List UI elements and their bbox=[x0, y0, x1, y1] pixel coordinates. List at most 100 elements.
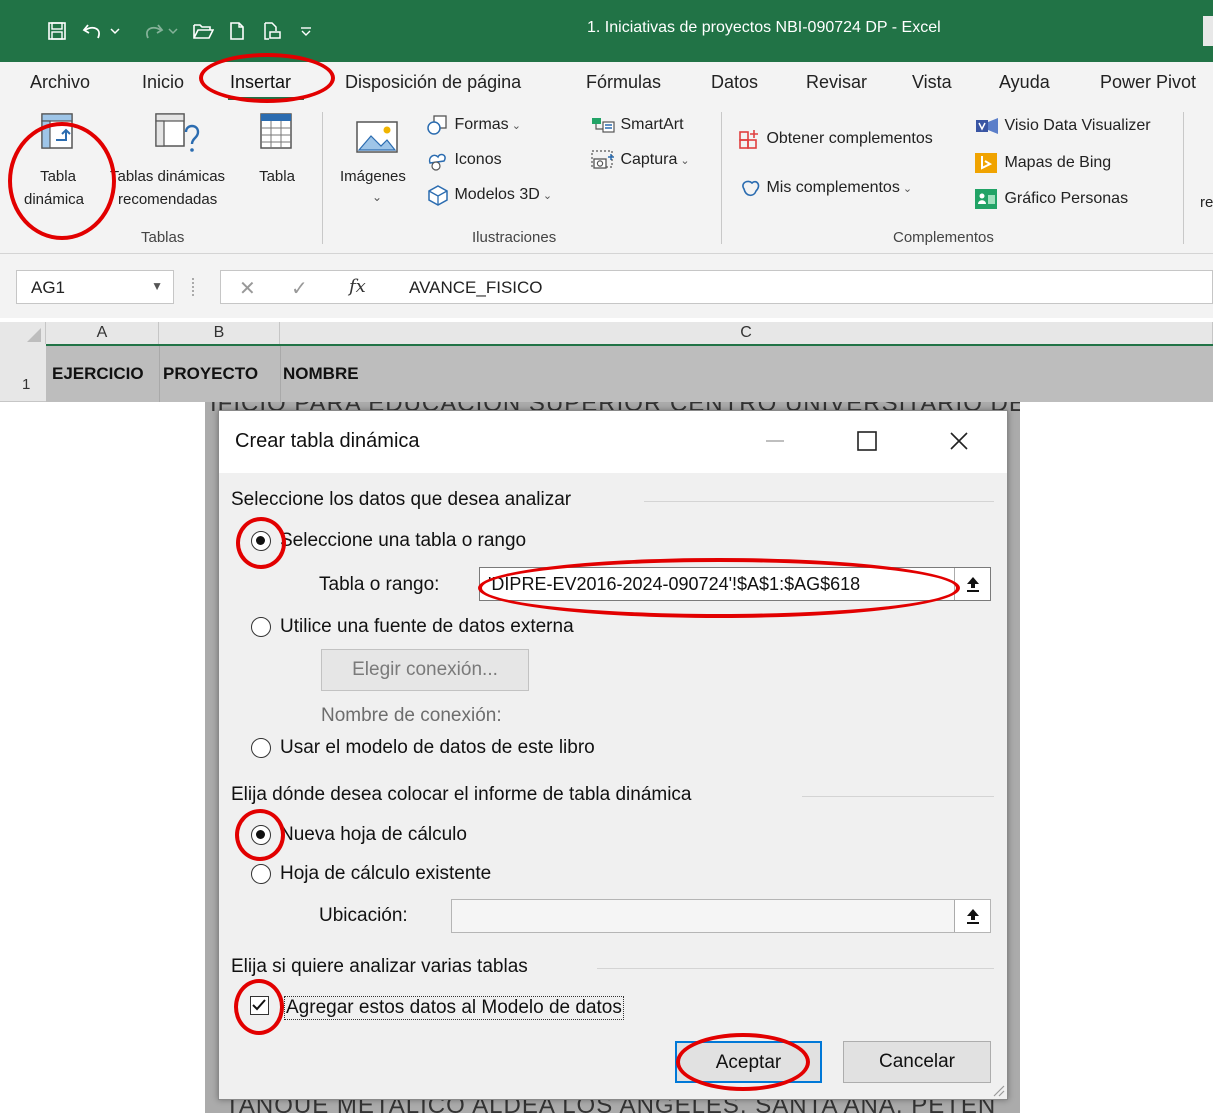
upload-arrow-icon bbox=[966, 909, 979, 924]
tab-archivo[interactable]: Archivo bbox=[30, 72, 90, 93]
table-label[interactable]: Tabla bbox=[254, 168, 300, 185]
tab-revisar[interactable]: Revisar bbox=[806, 72, 867, 93]
my-addins-button[interactable]: Mis complementos ⌄ bbox=[738, 177, 912, 199]
new-icon[interactable] bbox=[226, 18, 248, 44]
column-header-c[interactable]: C bbox=[280, 322, 1213, 344]
bing-button[interactable]: Mapas de Bing bbox=[974, 152, 1111, 174]
cell-c1[interactable]: NOMBRE bbox=[283, 364, 359, 384]
add-to-model-label[interactable]: Agregar estos datos al Modelo de datos bbox=[284, 996, 624, 1020]
maximize-icon[interactable] bbox=[847, 425, 887, 457]
people-graph-label: Gráfico Personas bbox=[1004, 190, 1129, 208]
bing-label: Mapas de Bing bbox=[1004, 154, 1112, 172]
confirm-formula-icon[interactable]: ✓ bbox=[291, 276, 308, 301]
recommended-pivot-label-2[interactable]: recomendadas bbox=[118, 191, 217, 208]
get-addins-icon bbox=[739, 130, 758, 149]
capture-button[interactable]: Captura ⌄ bbox=[590, 149, 690, 171]
cancel-formula-icon[interactable]: ✕ bbox=[239, 276, 256, 301]
connection-name-label: Nombre de conexión: bbox=[321, 705, 502, 726]
cell-b1[interactable]: PROYECTO bbox=[163, 364, 258, 384]
name-box-dropdown-icon[interactable]: ▼ bbox=[151, 279, 163, 293]
undo-icon[interactable] bbox=[80, 18, 106, 44]
radio-button-checked[interactable] bbox=[251, 825, 271, 845]
radio-table-range[interactable]: Seleccione una tabla o rango bbox=[251, 530, 526, 552]
location-label: Ubicación: bbox=[319, 905, 408, 926]
save-icon[interactable] bbox=[44, 18, 70, 44]
section-divider bbox=[597, 968, 994, 969]
tab-vista[interactable]: Vista bbox=[912, 72, 952, 93]
table-range-input[interactable]: 'DIPRE-EV2016-2024-090724'!$A$1:$AG$618 bbox=[479, 567, 991, 601]
pivot-table-label-1[interactable]: Tabla bbox=[40, 168, 76, 185]
images-icon[interactable] bbox=[355, 120, 399, 154]
window-title: 1. Iniciativas de proyectos NBI-090724 D… bbox=[587, 19, 941, 36]
location-collapse-button[interactable] bbox=[954, 900, 990, 932]
pivot-table-label-2[interactable]: dinámica bbox=[24, 191, 84, 208]
radio-button[interactable] bbox=[251, 864, 271, 884]
range-collapse-button[interactable] bbox=[954, 568, 990, 600]
cube-icon bbox=[428, 185, 448, 206]
title-bar-edge bbox=[1203, 16, 1213, 46]
shapes-button[interactable]: Formas ⌄ bbox=[426, 114, 521, 136]
formula-input[interactable]: AVANCE_FISICO bbox=[391, 270, 1213, 304]
radio-button-checked[interactable] bbox=[251, 531, 271, 551]
icons-button[interactable]: Iconos bbox=[426, 149, 502, 171]
excel-title-bar: 1. Iniciativas de proyectos NBI-090724 D… bbox=[0, 0, 1213, 62]
models3d-button[interactable]: Modelos 3D ⌄ bbox=[426, 184, 552, 206]
create-pivot-dialog: Crear tabla dinámica Seleccione los dato… bbox=[218, 410, 1008, 1100]
column-header-a[interactable]: A bbox=[46, 322, 159, 344]
images-label[interactable]: Imágenes bbox=[340, 168, 406, 185]
pivot-table-icon[interactable] bbox=[40, 112, 76, 152]
open-icon[interactable] bbox=[190, 18, 216, 44]
select-all-corner[interactable] bbox=[0, 322, 46, 344]
column-header-b[interactable]: B bbox=[159, 322, 280, 344]
undo-dropdown-icon[interactable] bbox=[108, 18, 122, 44]
images-dropdown-icon[interactable]: ⌄ bbox=[372, 190, 382, 204]
radio-button[interactable] bbox=[251, 738, 271, 758]
recommended-pivot-icon[interactable] bbox=[152, 112, 204, 154]
insert-function-icon[interactable]: fx bbox=[349, 276, 366, 297]
row-number: 1 bbox=[22, 376, 31, 393]
minimize-icon[interactable] bbox=[755, 425, 795, 457]
section-place-heading: Elija dónde desea colocar el informe de … bbox=[231, 784, 692, 805]
customize-icon[interactable] bbox=[296, 18, 316, 44]
shapes-label: Formas bbox=[454, 116, 509, 134]
row-header-1[interactable]: 1 bbox=[0, 344, 46, 402]
capture-label: Captura bbox=[620, 151, 678, 169]
drag-handle[interactable] bbox=[192, 278, 194, 296]
people-graph-icon bbox=[975, 189, 997, 209]
tab-power-pivot[interactable]: Power Pivot bbox=[1100, 72, 1196, 93]
radio-external-source[interactable]: Utilice una fuente de datos externa bbox=[251, 616, 574, 638]
get-addins-button[interactable]: Obtener complementos bbox=[738, 128, 933, 150]
name-box[interactable]: AG1 ▼ bbox=[16, 270, 174, 304]
radio-data-model[interactable]: Usar el modelo de datos de este libro bbox=[251, 737, 595, 759]
checkmark-icon bbox=[252, 999, 266, 1011]
cell-divider bbox=[159, 346, 160, 402]
group-tablas-label: Tablas bbox=[141, 229, 185, 246]
section-multi-heading: Elija si quiere analizar varias tablas bbox=[231, 956, 528, 977]
location-input[interactable] bbox=[451, 899, 991, 933]
ok-button[interactable]: Aceptar bbox=[675, 1041, 822, 1083]
add-to-model-checkbox[interactable] bbox=[250, 996, 269, 1015]
tab-insertar[interactable]: Insertar bbox=[230, 72, 291, 93]
tab-formulas[interactable]: Fórmulas bbox=[586, 72, 661, 93]
tab-datos[interactable]: Datos bbox=[711, 72, 758, 93]
icons-label: Iconos bbox=[454, 151, 502, 169]
smartart-button[interactable]: SmartArt bbox=[590, 114, 684, 136]
tab-inicio[interactable]: Inicio bbox=[142, 72, 184, 93]
radio-new-sheet[interactable]: Nueva hoja de cálculo bbox=[251, 824, 467, 846]
tab-ayuda[interactable]: Ayuda bbox=[999, 72, 1050, 93]
close-icon[interactable] bbox=[939, 425, 979, 457]
dialog-title-bar: Crear tabla dinámica bbox=[219, 411, 1007, 473]
tab-disposicion[interactable]: Disposición de página bbox=[345, 72, 521, 93]
visio-button[interactable]: Visio Data Visualizer bbox=[974, 116, 1151, 136]
cancel-button[interactable]: Cancelar bbox=[843, 1041, 991, 1083]
print-preview-icon[interactable] bbox=[260, 18, 284, 44]
shapes-icon bbox=[427, 115, 447, 135]
table-icon[interactable] bbox=[259, 112, 295, 152]
cell-a1[interactable]: EJERCICIO bbox=[52, 364, 144, 384]
ribbon-cut-label: re bbox=[1200, 194, 1213, 211]
people-graph-button[interactable]: Gráfico Personas bbox=[974, 188, 1128, 210]
radio-button[interactable] bbox=[251, 617, 271, 637]
radio-existing-sheet[interactable]: Hoja de cálculo existente bbox=[251, 863, 491, 885]
resize-grip-icon[interactable] bbox=[991, 1083, 1005, 1097]
recommended-pivot-label-1[interactable]: Tablas dinámicas bbox=[110, 168, 225, 185]
